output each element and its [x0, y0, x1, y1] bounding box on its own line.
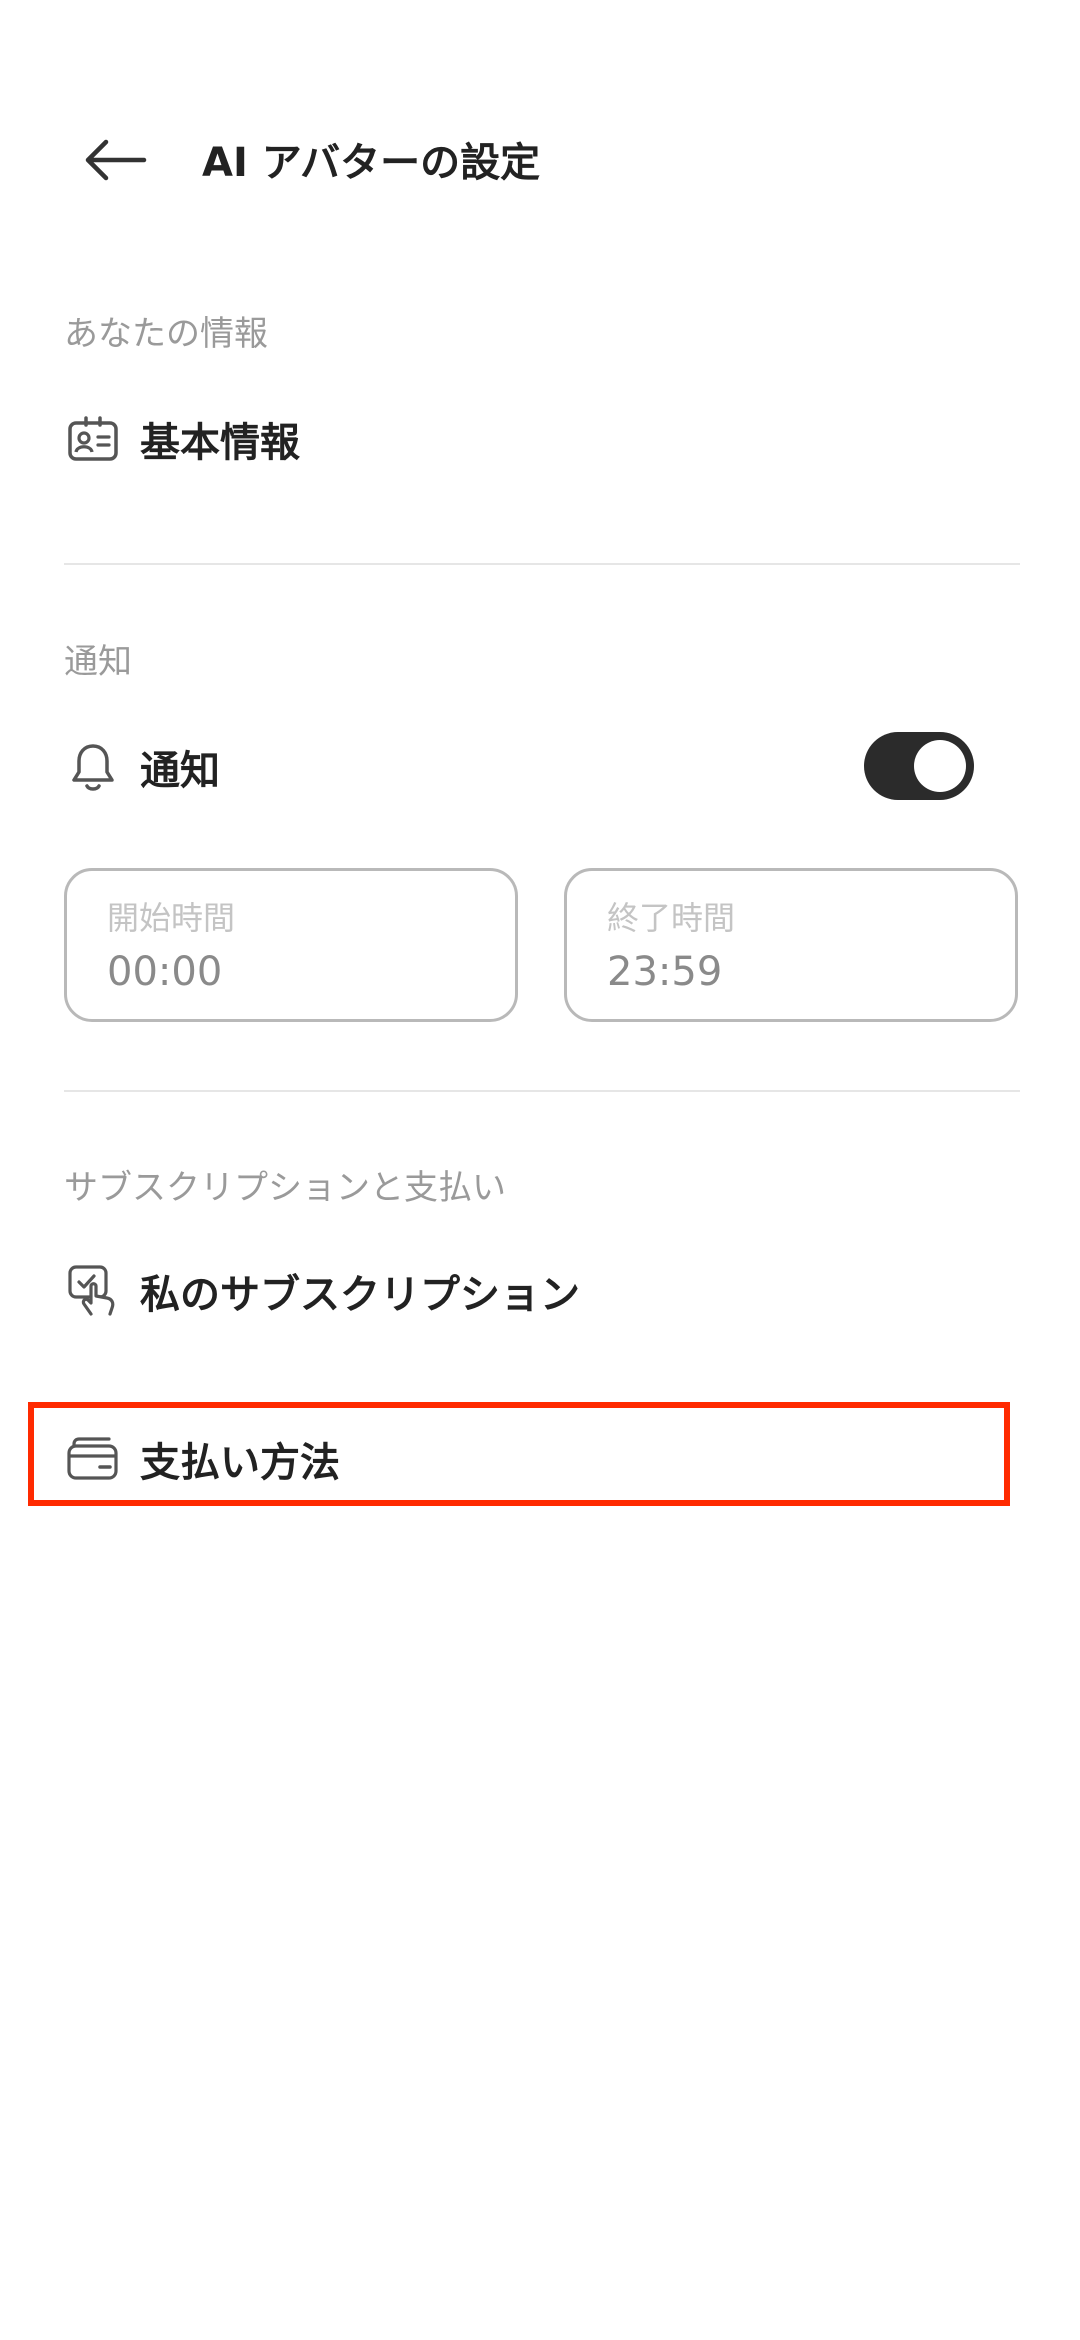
id-card-icon [58, 404, 128, 474]
notification-toggle-row: 通知 [40, 712, 1040, 822]
start-time-value: 00:00 [107, 949, 223, 995]
basic-info-item[interactable]: 基本情報 [40, 384, 1040, 494]
divider [64, 563, 1020, 565]
bell-icon [58, 732, 128, 802]
highlight-box [28, 1402, 1010, 1506]
page-title: AI アバターの設定 [202, 140, 541, 186]
section-label-notifications: 通知 [64, 642, 132, 682]
end-time-field[interactable]: 終了時間 23:59 [564, 868, 1018, 1022]
arrow-left-icon [85, 139, 147, 181]
start-time-caption: 開始時間 [107, 899, 236, 937]
app-header: AI アバターの設定 [0, 100, 1080, 220]
tap-hand-icon [58, 1256, 128, 1326]
start-time-field[interactable]: 開始時間 00:00 [64, 868, 518, 1022]
divider [64, 1090, 1020, 1092]
notification-label: 通知 [140, 748, 220, 794]
toggle-knob [914, 740, 966, 792]
end-time-caption: 終了時間 [607, 899, 736, 937]
my-subscription-label: 私のサブスクリプション [140, 1272, 580, 1318]
section-label-info: あなたの情報 [64, 314, 268, 354]
notification-toggle[interactable] [864, 732, 974, 800]
my-subscription-item[interactable]: 私のサブスクリプション [40, 1236, 1040, 1346]
basic-info-label: 基本情報 [140, 420, 300, 466]
section-label-subscription: サブスクリプションと支払い [64, 1168, 506, 1208]
end-time-value: 23:59 [607, 949, 723, 995]
back-button[interactable] [70, 120, 160, 200]
